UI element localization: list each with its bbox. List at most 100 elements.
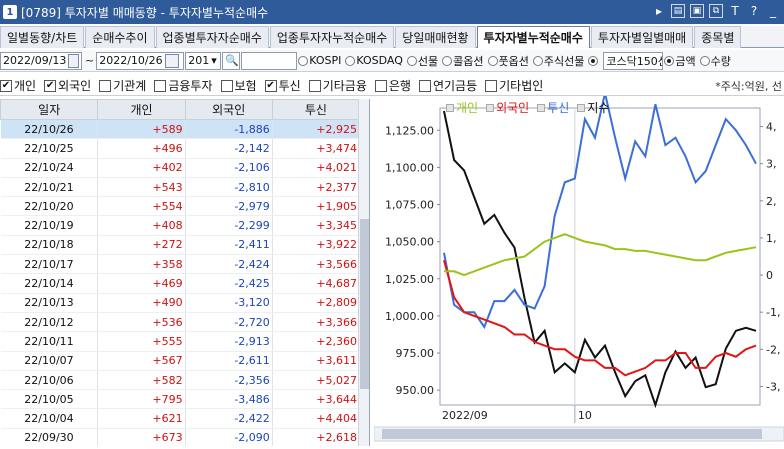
cell-foreign: -2,913 bbox=[185, 331, 273, 352]
menu-icon[interactable]: ▤ bbox=[671, 4, 685, 18]
radio-quantity[interactable]: 수량 bbox=[699, 53, 731, 69]
cell-individual: +543 bbox=[97, 177, 186, 198]
table-row[interactable]: 22/10/18 +272 -2,411 +3,922 bbox=[0, 235, 361, 256]
table-row[interactable]: 22/10/17 +358 -2,424 +3,566 bbox=[0, 254, 361, 275]
code-input[interactable] bbox=[241, 51, 298, 70]
y-tick-label-left: 1,000.00 bbox=[385, 310, 434, 323]
check-other-corp[interactable]: 기타법인 bbox=[485, 77, 543, 94]
table-row[interactable]: 22/10/12 +536 -2,720 +3,366 bbox=[0, 312, 361, 333]
check-institution[interactable]: 기관계 bbox=[99, 77, 146, 94]
cell-foreign: -2,411 bbox=[185, 235, 273, 256]
cell-date: 22/10/05 bbox=[0, 389, 99, 410]
y-tick-label-left: 1,125.00 bbox=[385, 124, 434, 137]
scroll-thumb[interactable] bbox=[360, 219, 369, 389]
play-icon[interactable]: ▸ bbox=[652, 4, 666, 18]
cell-date: 22/10/06 bbox=[0, 370, 99, 391]
table-row[interactable]: 22/10/25 +496 -2,142 +3,474 bbox=[0, 138, 361, 159]
table-row[interactable]: 22/10/13 +490 -3,120 +2,809 bbox=[0, 293, 361, 313]
legend-index: 지수 bbox=[577, 99, 609, 116]
tab-net-buy-trend[interactable]: 순매수추이 bbox=[85, 26, 155, 48]
table-row[interactable]: 22/10/04 +621 -2,422 +4,404 bbox=[0, 408, 361, 429]
check-pension[interactable]: 연기금등 bbox=[418, 77, 477, 94]
table-row[interactable]: 22/10/11 +555 -2,913 +2,360 bbox=[0, 331, 361, 352]
header-foreign[interactable]: 외국인 bbox=[184, 99, 273, 120]
cell-foreign: -2,299 bbox=[185, 215, 273, 236]
chart-legend: 개인 외국인 투신 지수 bbox=[446, 99, 609, 116]
cell-trust: +3,922 bbox=[272, 235, 361, 256]
tab-sector-investor[interactable]: 업종별투자자순매수 bbox=[155, 26, 269, 48]
check-bank[interactable]: 은행 bbox=[374, 77, 411, 94]
header-individual[interactable]: 개인 bbox=[97, 99, 186, 120]
cell-trust: +4,687 bbox=[272, 273, 361, 294]
index-select[interactable]: 코스닥150선 bbox=[603, 51, 664, 70]
cell-individual: +358 bbox=[97, 254, 186, 275]
minimize-icon[interactable]: _ bbox=[766, 4, 780, 18]
chart-area: 1,125.00 1,100.00 1,075.00 1,050.00 1,025.00… bbox=[373, 92, 784, 446]
cell-trust: +2,360 bbox=[272, 331, 361, 352]
tab-by-stock[interactable]: 종목별 bbox=[694, 26, 742, 48]
radio-put-option[interactable]: 풋옵션 bbox=[487, 53, 529, 69]
header-trust[interactable]: 투신 bbox=[271, 99, 361, 120]
cell-individual: +621 bbox=[97, 408, 186, 429]
table-row[interactable]: 22/10/26 +589 -1,886 +2,925 bbox=[0, 119, 361, 140]
cell-foreign: -2,424 bbox=[185, 254, 273, 275]
cell-date: 22/10/04 bbox=[0, 408, 99, 429]
table-row[interactable]: 22/10/21 +543 -2,810 +2,377 bbox=[0, 177, 361, 198]
help-icon[interactable]: ? bbox=[747, 4, 761, 18]
calendar-icon[interactable] bbox=[68, 53, 79, 68]
check-individual[interactable]: ✔ 개인 bbox=[0, 77, 36, 94]
table-row[interactable]: 22/10/06 +582 -2,356 +5,027 bbox=[0, 370, 361, 391]
end-date-field[interactable]: 2022/10/26 bbox=[96, 51, 185, 70]
tab-investor-daily[interactable]: 투자자별일별매매 bbox=[590, 26, 694, 48]
check-insurance[interactable]: 보험 bbox=[220, 77, 257, 94]
tab-daily-trend[interactable]: 일별동향/차트 bbox=[0, 26, 85, 48]
table-row[interactable]: 22/10/05 +795 -3,486 +3,644 bbox=[0, 389, 361, 410]
count-dropdown[interactable]: 201 ▾ bbox=[185, 51, 222, 70]
table-row[interactable]: 22/10/20 +554 -2,979 +1,905 bbox=[0, 196, 361, 217]
cell-foreign: -3,486 bbox=[185, 389, 273, 410]
radio-amount[interactable]: 금액 bbox=[664, 53, 696, 69]
cell-individual: +496 bbox=[97, 138, 186, 159]
copy-window-icon[interactable]: ⧉ bbox=[709, 4, 723, 18]
radio-stock-futures[interactable]: 주식선물 bbox=[532, 53, 584, 69]
cell-date: 22/10/20 bbox=[0, 196, 99, 217]
radio-call-option[interactable]: 콜옵션 bbox=[442, 53, 484, 69]
legend-individual: 개인 bbox=[446, 99, 478, 116]
table-row[interactable]: 22/10/07 +567 -2,611 +3,611 bbox=[0, 351, 361, 371]
tab-investor-cumulative[interactable]: 투자자별누적순매수 bbox=[476, 26, 590, 48]
start-date-field[interactable]: 2022/09/13 bbox=[0, 51, 82, 70]
cell-individual: +469 bbox=[97, 273, 186, 294]
table-row[interactable]: 22/10/24 +402 -2,106 +4,021 bbox=[0, 158, 361, 178]
calendar-icon[interactable] bbox=[164, 53, 179, 68]
cell-date: 22/10/18 bbox=[0, 235, 99, 256]
table-row[interactable]: 22/09/30 +673 -2,090 +2,618 bbox=[0, 428, 361, 446]
cell-individual: +490 bbox=[97, 293, 186, 313]
cell-individual: +673 bbox=[97, 428, 186, 446]
cell-foreign: -2,356 bbox=[185, 370, 273, 391]
cell-individual: +408 bbox=[97, 215, 186, 236]
radio-kosdaq[interactable]: KOSDAQ bbox=[345, 54, 403, 67]
screen-link-icon[interactable]: ▣ bbox=[690, 4, 704, 18]
table-row[interactable]: 22/10/14 +469 -2,425 +4,687 bbox=[0, 273, 361, 294]
check-trust[interactable]: ✔ 투신 bbox=[264, 77, 301, 94]
cell-foreign: -2,142 bbox=[185, 138, 273, 159]
cell-individual: +402 bbox=[97, 158, 186, 178]
y-tick-label-right: -3, bbox=[766, 380, 780, 393]
font-size-icon[interactable]: T bbox=[728, 4, 742, 18]
header-date[interactable]: 일자 bbox=[0, 99, 99, 120]
search-icon[interactable]: 🔍 bbox=[222, 51, 241, 70]
radio-kospi[interactable]: KOSPI bbox=[298, 54, 341, 67]
tab-sector-cumulative[interactable]: 업종투자자누적순매수 bbox=[269, 26, 395, 48]
y-tick-label-left: 1,075.00 bbox=[385, 199, 434, 212]
vertical-scrollbar[interactable] bbox=[358, 99, 369, 446]
y-tick-label-left: 1,025.00 bbox=[385, 273, 434, 286]
x-tick-label: 10 bbox=[578, 409, 592, 422]
check-foreign[interactable]: ✔ 외국인 bbox=[44, 77, 91, 94]
table-row[interactable]: 22/10/19 +408 -2,299 +3,345 bbox=[0, 215, 361, 236]
radio-index[interactable] bbox=[588, 55, 599, 66]
tab-today-trade[interactable]: 당일매매현황 bbox=[395, 26, 476, 48]
radio-futures[interactable]: 선물 bbox=[406, 53, 438, 69]
check-financial-invest[interactable]: 금융투자 bbox=[154, 77, 213, 94]
check-other-finance[interactable]: 기타금융 bbox=[308, 77, 367, 94]
cell-individual: +582 bbox=[97, 370, 186, 391]
